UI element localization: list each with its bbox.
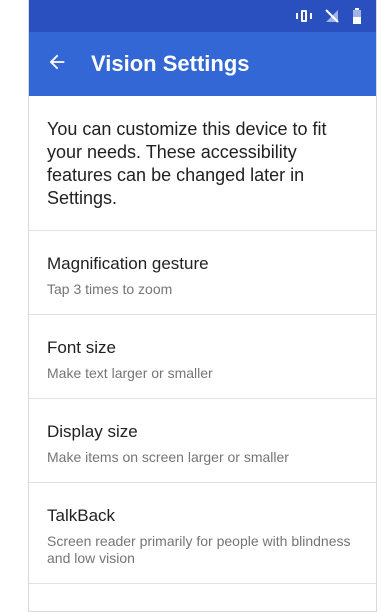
back-button[interactable]	[29, 32, 85, 96]
device-frame: Vision Settings You can customize this d…	[0, 0, 382, 612]
setting-item-talkback[interactable]: TalkBack Screen reader primarily for peo…	[29, 483, 376, 584]
setting-summary: Screen reader primarily for people with …	[47, 533, 351, 566]
setting-title: Display size	[47, 422, 138, 441]
vibrate-icon	[296, 8, 312, 24]
setting-summary: Tap 3 times to zoom	[47, 281, 173, 297]
status-icons	[296, 8, 368, 24]
screen: Vision Settings You can customize this d…	[28, 0, 377, 612]
battery-icon	[352, 8, 368, 24]
page-title: Vision Settings	[91, 51, 250, 76]
setting-item-magnification-gesture[interactable]: Magnification gesture Tap 3 times to zoo…	[29, 231, 376, 315]
setting-title: Font size	[47, 338, 116, 357]
setting-item-display-size[interactable]: Display size Make items on screen larger…	[29, 399, 376, 483]
no-signal-icon	[324, 8, 340, 24]
setting-title: TalkBack	[47, 506, 116, 525]
back-arrow-icon	[46, 51, 68, 78]
app-bar: Vision Settings	[29, 32, 376, 96]
setting-item-font-size[interactable]: Font size Make text larger or smaller	[29, 315, 376, 399]
setting-title: Magnification gesture	[47, 254, 209, 273]
intro-text: You can customize this device to fit you…	[29, 96, 376, 231]
status-bar	[29, 0, 376, 32]
setting-summary: Make text larger or smaller	[47, 365, 213, 381]
setting-summary: Make items on screen larger or smaller	[47, 449, 289, 465]
